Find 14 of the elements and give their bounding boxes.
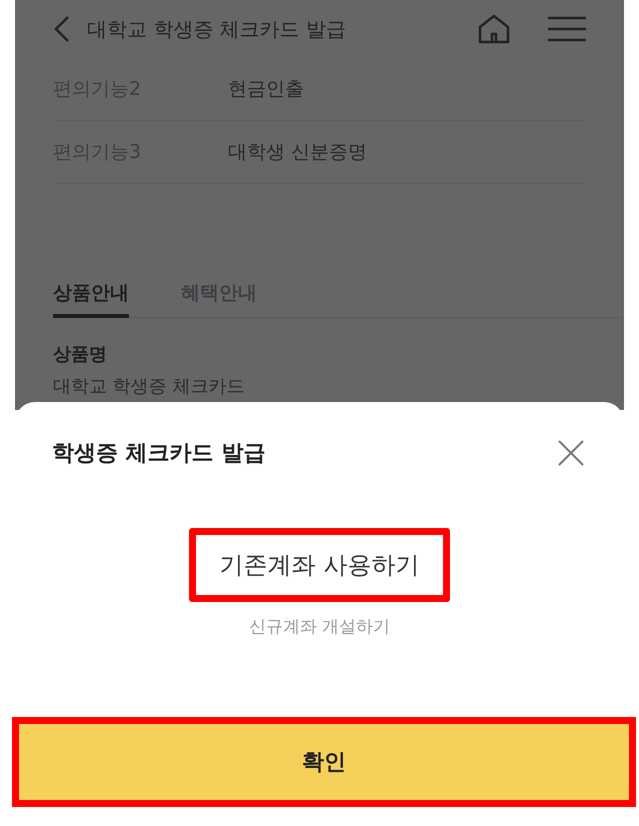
page-title: 대학교 학생증 체크카드 발급 xyxy=(87,16,348,42)
back-icon[interactable] xyxy=(53,15,71,43)
product-heading: 상품명 xyxy=(53,343,108,366)
account-option[interactable]: 기존계좌 사용하기 xyxy=(188,528,450,602)
confirm-button[interactable]: 확인 xyxy=(12,717,636,807)
feature-value: 대학생 신분증명 xyxy=(228,140,368,165)
feature-value: 현금인출 xyxy=(228,77,304,102)
account-option[interactable]: 신규계좌 개설하기 xyxy=(222,602,418,651)
product-name: 대학교 학생증 체크카드 xyxy=(53,375,246,398)
close-icon[interactable] xyxy=(556,438,586,468)
menu-icon[interactable] xyxy=(548,16,586,42)
home-icon[interactable] xyxy=(476,14,512,44)
sheet-title: 학생증 체크카드 발급 xyxy=(52,440,266,468)
tab[interactable]: 상품안내 xyxy=(53,274,129,318)
